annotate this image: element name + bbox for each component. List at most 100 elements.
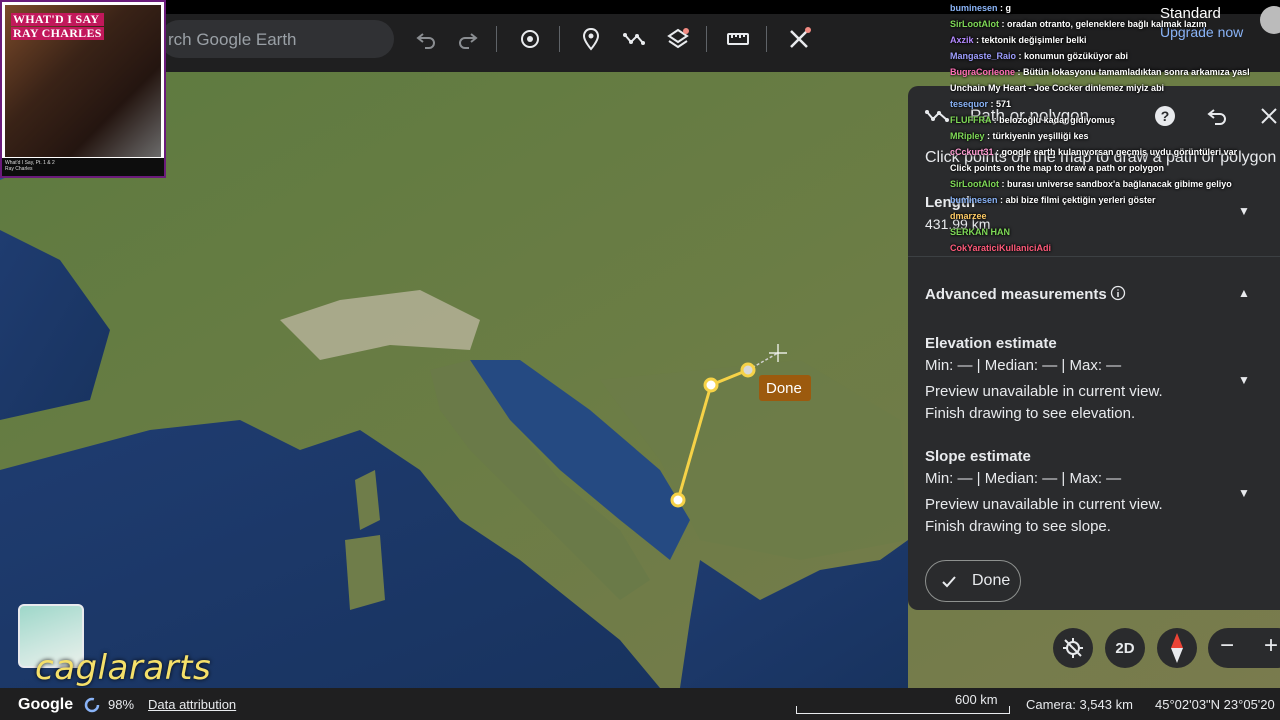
- chat-message: BugraCorleone : Bütün lokasyonu tamamlad…: [950, 64, 1250, 80]
- toolbar-divider: [766, 26, 767, 52]
- zoom-in-icon[interactable]: +: [1264, 632, 1278, 660]
- chat-username: Mangaste_Raio: [950, 51, 1017, 61]
- chat-text: google earth kulanıyorsan geçmiş uydu gö…: [1001, 147, 1238, 157]
- chat-separator: :: [984, 131, 993, 141]
- album-title-line2: RAY CHARLES: [11, 26, 104, 40]
- chat-username: BugraCorleone: [950, 67, 1016, 77]
- chat-username: SirLootAlot: [950, 19, 999, 29]
- chat-message: cCckurt31 : google earth kulanıyorsan ge…: [950, 144, 1250, 160]
- ruler-icon[interactable]: [723, 24, 753, 54]
- done-button-label: Done: [972, 572, 1011, 589]
- elevation-title: Elevation estimate: [925, 335, 1057, 352]
- slope-title: Slope estimate: [925, 448, 1031, 465]
- data-attribution-link[interactable]: Data attribution: [148, 697, 236, 712]
- chat-message: MRipley : türkiyenin yeşilliği kes: [950, 128, 1250, 144]
- map-done-tooltip[interactable]: Done: [759, 375, 811, 401]
- location-off-icon[interactable]: [1053, 628, 1093, 668]
- album-title: WHAT'D I SAY RAY CHARLES: [11, 13, 104, 41]
- close-icon[interactable]: [1257, 104, 1280, 128]
- chat-username: cCckurt31: [950, 147, 994, 157]
- toolbar-divider: [496, 26, 497, 52]
- elevation-note-1: Preview unavailable in current view.: [925, 383, 1163, 400]
- loading-percent: 98%: [108, 697, 135, 712]
- chat-message: tesequor : 571: [950, 96, 1250, 112]
- chat-username: MRipley: [950, 131, 985, 141]
- view-mode-button[interactable]: 2D: [1105, 628, 1145, 668]
- chat-separator: :: [997, 3, 1006, 13]
- scale-label: 600 km: [955, 692, 998, 707]
- loading-spinner-icon: [84, 697, 100, 713]
- path-icon: [925, 110, 949, 122]
- now-playing-album: WHAT'D I SAY RAY CHARLES What'd I Say, P…: [0, 0, 166, 178]
- chat-message: dmarzee: [950, 208, 1250, 224]
- chat-message: Mangaste_Raio : konumun gözüküyor abi: [950, 48, 1250, 64]
- chat-text: Unchain My Heart - Joe Cocker dinlemez m…: [950, 83, 1165, 93]
- placemark-icon[interactable]: [576, 24, 606, 54]
- streamer-watermark: caglararts: [35, 648, 212, 688]
- chat-message: Unchain My Heart - Joe Cocker dinlemez m…: [950, 80, 1250, 96]
- chat-message: buminesen : g: [950, 0, 1250, 16]
- undo-icon[interactable]: [411, 24, 441, 54]
- live-chat-overlay: buminesen : g SirLootAlot : oradan otrant…: [950, 0, 1250, 253]
- slope-note-2: Finish drawing to see slope.: [925, 518, 1111, 535]
- chat-separator: :: [988, 99, 997, 109]
- info-icon[interactable]: [1110, 285, 1126, 301]
- history-icon[interactable]: [515, 24, 545, 54]
- redo-icon[interactable]: [453, 24, 483, 54]
- chat-username: dmarzee: [950, 211, 987, 221]
- check-icon: [942, 576, 956, 588]
- chat-text: tektonik değişimler belki: [981, 35, 1087, 45]
- panel-divider: [908, 256, 1280, 257]
- chat-text: burası universe sandbox'a bağlanacak gib…: [1007, 179, 1232, 189]
- chat-text: 571: [996, 99, 1012, 109]
- chat-message: buminesen : abi bize filmi çektiğin yerl…: [950, 192, 1250, 208]
- chat-username: tesequor: [950, 99, 989, 109]
- done-button[interactable]: Done: [925, 560, 1021, 602]
- advanced-measurements-label[interactable]: Advanced measurements: [925, 286, 1107, 303]
- chat-message: FLUFFRA : belozoğlu kadar gidiyomuş: [950, 112, 1250, 128]
- track-artist: Ray Charles: [5, 166, 33, 172]
- chevron-up-icon[interactable]: ▲: [1238, 286, 1256, 304]
- chat-text: türkiyenin yeşilliği kes: [992, 131, 1089, 141]
- chat-separator: :: [993, 147, 1002, 157]
- chat-separator: :: [999, 19, 1007, 29]
- avatar[interactable]: [1260, 6, 1280, 34]
- scale-bar: [796, 706, 1010, 714]
- chat-username: buminesen: [950, 3, 998, 13]
- chat-message: Click points on the map to draw a path o…: [950, 160, 1250, 176]
- compass-icon[interactable]: [1157, 628, 1197, 668]
- chevron-down-icon[interactable]: ▼: [1238, 486, 1256, 504]
- chat-username: CokYaraticiKullaniciAdi: [950, 243, 1052, 253]
- album-title-line1: WHAT'D I SAY: [11, 13, 104, 26]
- chat-text: belozoğlu kadar gidiyomuş: [999, 115, 1116, 125]
- album-footer: What'd I Say, Pt. 1 & 2 Ray Charles: [2, 158, 164, 176]
- album-cover-image: WHAT'D I SAY RAY CHARLES: [5, 5, 161, 157]
- chat-text: Click points on the map to draw a path o…: [950, 163, 1165, 173]
- chat-username: FLUFFRA: [950, 115, 992, 125]
- chevron-down-icon[interactable]: ▼: [1238, 373, 1256, 391]
- layers-icon[interactable]: [663, 24, 693, 54]
- search-input[interactable]: rch Google Earth: [160, 20, 394, 58]
- cursor-coordinates: 45°02'03"N 23°05'20: [1155, 697, 1275, 712]
- chat-text: Bütün lokasyonu tamamladıktan sonra arka…: [1023, 67, 1250, 77]
- path-icon[interactable]: [619, 24, 649, 54]
- zoom-controls: − +: [1208, 628, 1280, 668]
- chat-separator: :: [997, 195, 1006, 205]
- elevation-note-2: Finish drawing to see elevation.: [925, 405, 1136, 422]
- chat-message: Axzik : tektonik değişimler belki: [950, 32, 1250, 48]
- chat-separator: :: [1016, 51, 1025, 61]
- chat-separator: :: [973, 35, 982, 45]
- chat-separator: :: [991, 115, 1000, 125]
- slope-note-1: Preview unavailable in current view.: [925, 496, 1163, 513]
- toolbar-divider: [706, 26, 707, 52]
- chat-separator: :: [1015, 67, 1024, 77]
- chat-text: oradan otranto, geleneklere bağlı kalmak…: [1007, 19, 1207, 29]
- chat-message: SERKAN HAN: [950, 224, 1250, 240]
- camera-altitude: Camera: 3,543 km: [1026, 697, 1133, 712]
- zoom-out-icon[interactable]: −: [1220, 632, 1234, 660]
- toolbar-divider: [559, 26, 560, 52]
- chat-text: abi bize filmi çektiğin yerleri göster: [1005, 195, 1156, 205]
- elevation-stats: Min: — | Median: — | Max: —: [925, 357, 1122, 374]
- chat-message: CokYaraticiKullaniciAdi: [950, 240, 1250, 256]
- tools-icon[interactable]: [784, 24, 814, 54]
